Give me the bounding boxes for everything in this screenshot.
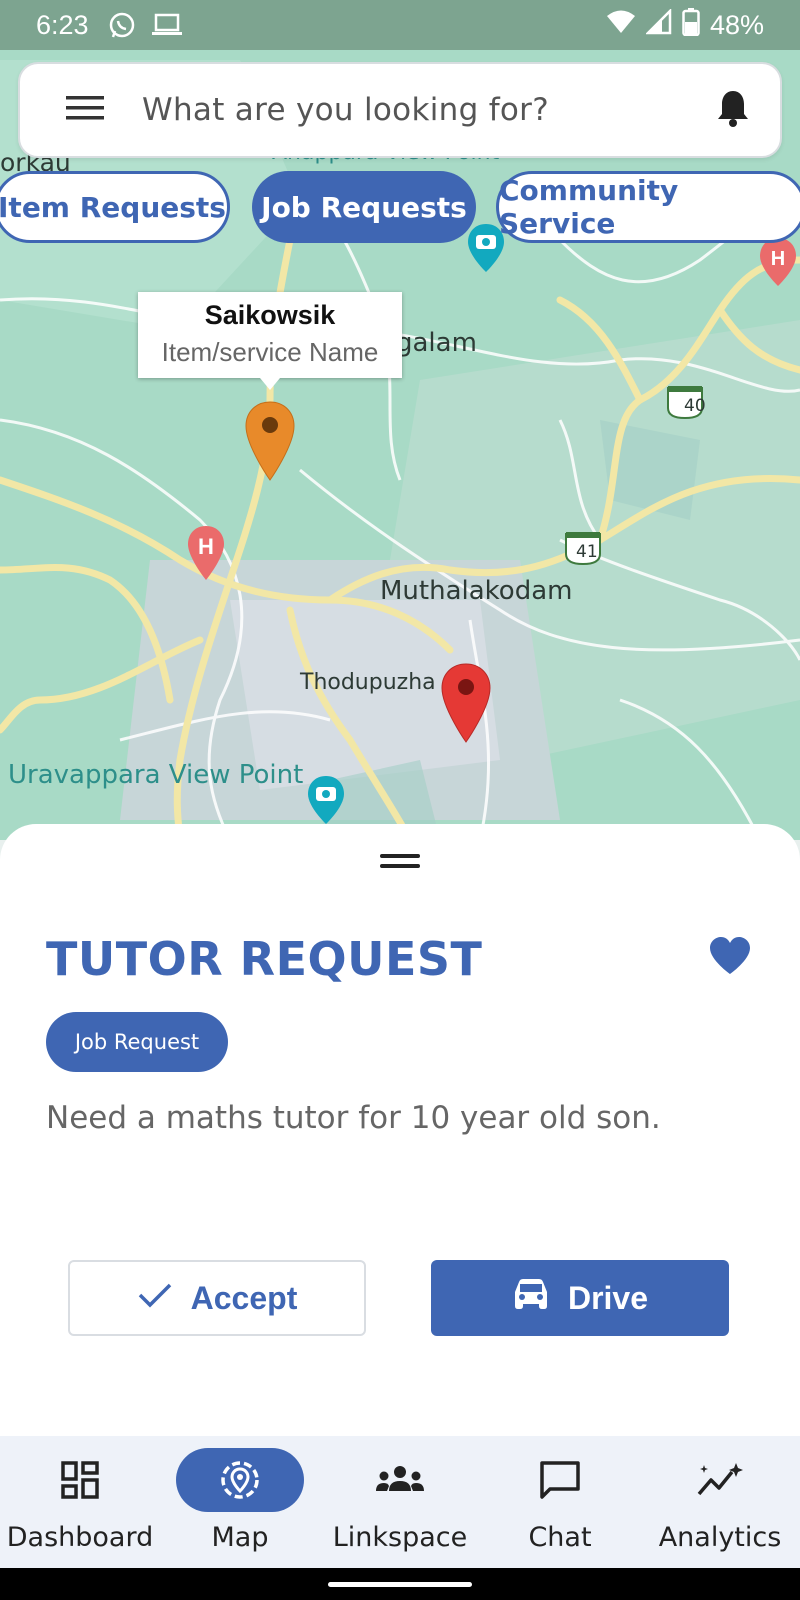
car-icon <box>512 1278 550 1318</box>
chip-item-requests[interactable]: Item Requests <box>0 171 230 243</box>
nav-item-chat[interactable]: Chat <box>480 1436 640 1568</box>
menu-icon[interactable] <box>66 94 104 127</box>
chat-icon <box>539 1458 581 1502</box>
svg-text:H: H <box>198 534 214 559</box>
home-indicator[interactable] <box>328 1582 472 1587</box>
signal-icon <box>644 7 672 42</box>
chip-community-service[interactable]: Community Service <box>496 171 800 243</box>
battery-icon <box>682 7 700 43</box>
map-label-uravappara: Uravappara View Point <box>8 760 304 790</box>
gesture-bar <box>0 1568 800 1600</box>
nav-label-map: Map <box>211 1522 269 1553</box>
search-bar[interactable]: What are you looking for? <box>18 62 782 158</box>
battery-percent: 48% <box>709 9 764 40</box>
nav-item-linkspace[interactable]: Linkspace <box>320 1436 480 1568</box>
hospital-marker-icon[interactable]: H <box>186 524 226 582</box>
info-window-subtitle: Item/service Name <box>161 337 379 367</box>
highway-41-label: 41 <box>576 542 598 562</box>
nav-item-analytics[interactable]: Analytics <box>640 1436 800 1568</box>
red-request-pin-icon[interactable] <box>440 662 492 744</box>
highway-40-label: 40 <box>684 396 706 416</box>
bell-icon[interactable] <box>716 88 750 133</box>
wifi-icon <box>606 9 636 42</box>
map-label-galam: galam <box>396 328 477 358</box>
request-description: Need a maths tutor for 10 year old son. <box>46 1100 661 1136</box>
people-icon <box>375 1458 425 1502</box>
nav-item-map[interactable]: Map <box>160 1436 320 1568</box>
favorite-heart-icon[interactable] <box>708 936 752 981</box>
request-bottom-sheet[interactable]: TUTOR REQUEST Job Request Need a maths t… <box>0 824 800 1436</box>
nav-label-analytics: Analytics <box>658 1522 782 1553</box>
bottom-navigation: Dashboard Map Linkspace Chat Analytics <box>0 1436 800 1568</box>
info-window-title: Saikowsik <box>204 300 336 330</box>
status-time: 6:23 <box>36 9 89 40</box>
nav-label-linkspace: Linkspace <box>332 1522 468 1553</box>
map-label-muthalakodam: Muthalakodam <box>380 576 573 606</box>
svg-text:H: H <box>771 248 785 270</box>
dashboard-icon <box>61 1458 99 1502</box>
status-bar: 6:23 48% <box>0 0 800 50</box>
marker-info-window[interactable]: Saikowsik Item/service Name <box>138 292 402 390</box>
accept-label: Accept <box>190 1279 298 1316</box>
check-icon <box>137 1280 173 1317</box>
nav-item-dashboard[interactable]: Dashboard <box>0 1436 160 1568</box>
accept-button[interactable]: Accept <box>68 1260 366 1336</box>
orange-request-pin-icon[interactable] <box>244 400 296 482</box>
request-type-badge: Job Request <box>46 1012 228 1072</box>
search-input[interactable]: What are you looking for? <box>142 92 716 128</box>
nav-label-chat: Chat <box>528 1522 592 1553</box>
whatsapp-icon <box>107 10 137 40</box>
chip-job-requests[interactable]: Job Requests <box>252 171 476 243</box>
drive-button[interactable]: Drive <box>431 1260 729 1336</box>
request-title: TUTOR REQUEST <box>46 932 483 986</box>
sheet-drag-handle[interactable] <box>380 854 420 874</box>
map-label-thodupuzha: Thodupuzha <box>300 670 436 695</box>
viewpoint-marker-icon-2[interactable] <box>306 774 346 826</box>
analytics-icon <box>696 1458 744 1502</box>
drive-label: Drive <box>567 1279 649 1316</box>
laptop-icon <box>151 12 183 38</box>
nav-label-dashboard: Dashboard <box>6 1522 154 1553</box>
hospital-marker-icon-2[interactable]: H <box>758 236 798 288</box>
map-icon <box>219 1458 261 1502</box>
